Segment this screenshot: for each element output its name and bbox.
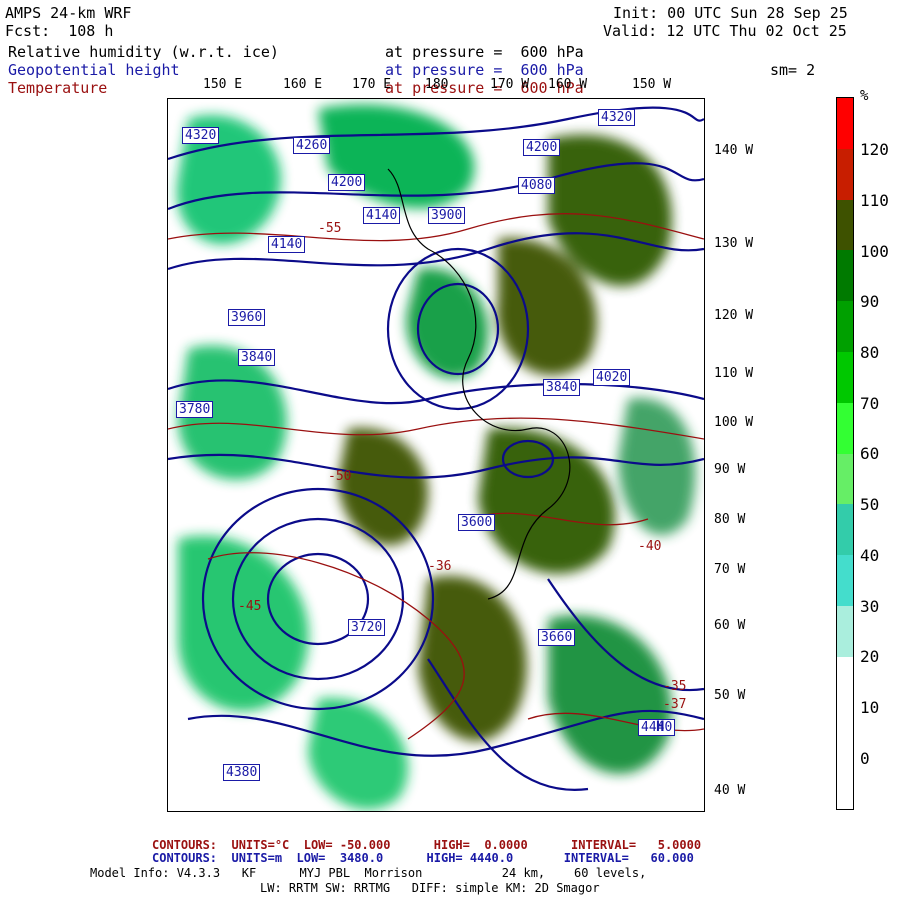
field-height-name: Geopotential height	[8, 61, 180, 79]
colorbar-label: 60	[860, 444, 880, 463]
height-label: 3720	[348, 619, 386, 636]
field-rh-level: at pressure = 600 hPa	[385, 43, 584, 61]
lon-label: 170 E	[352, 77, 392, 92]
height-label: 3900	[428, 207, 466, 224]
height-label: 4260	[293, 137, 331, 154]
colorbar-segment	[837, 250, 853, 303]
lon-label: 150 W	[632, 77, 672, 92]
height-label: 4080	[518, 177, 556, 194]
colorbar-label: 20	[860, 647, 880, 666]
lat-label: 80 W	[714, 512, 746, 527]
field-temp-name: Temperature	[8, 79, 108, 97]
colorbar-segment	[837, 656, 853, 709]
height-label: 4380	[223, 764, 261, 781]
forecast-hour: Fcst: 108 h	[5, 22, 114, 40]
lat-label: 140 W	[714, 143, 754, 158]
colorbar-segment	[837, 351, 853, 405]
colorbar-label: 40	[860, 546, 880, 565]
lat-label: 110 W	[714, 366, 754, 381]
colorbar-label: 80	[860, 343, 880, 362]
colorbar-segment	[837, 504, 853, 557]
height-label: 4020	[593, 369, 631, 386]
lat-label: 70 W	[714, 562, 746, 577]
smoothing-label: sm= 2	[770, 61, 816, 79]
temp-contour-info: CONTOURS: UNITS=°C LOW= -50.000 HIGH= 0.…	[152, 838, 702, 852]
lat-label: 100 W	[714, 415, 754, 430]
high-marker: H	[656, 719, 665, 735]
lat-label: 60 W	[714, 618, 746, 633]
colorbar-segment	[837, 707, 853, 760]
height-label: 3960	[228, 309, 266, 326]
height-label: 3600	[458, 514, 496, 531]
height-label: 4320	[598, 109, 636, 126]
colorbar-label: 110	[860, 191, 889, 210]
height-label: 4140	[268, 236, 306, 253]
lon-label: 150 E	[203, 77, 243, 92]
colorbar-segment	[837, 98, 853, 151]
height-label: 3840	[543, 379, 581, 396]
height-label: 4140	[363, 207, 401, 224]
map-panel: 4320 4320 4260 4200 4200 4080 4140 4140 …	[167, 98, 705, 812]
height-label: 3780	[176, 401, 214, 418]
init-time: Init: 00 UTC Sun 28 Sep 25	[613, 4, 848, 22]
lat-label: 90 W	[714, 462, 746, 477]
temp-label: -37	[663, 697, 687, 712]
colorbar-label: 50	[860, 495, 880, 514]
lat-label: 50 W	[714, 688, 746, 703]
colorbar-label: 0	[860, 749, 870, 768]
temp-label: -40	[638, 539, 662, 554]
lat-label: 40 W	[714, 783, 746, 798]
height-label: 4200	[328, 174, 366, 191]
height-label: 3840	[238, 349, 276, 366]
valid-time: Valid: 12 UTC Thu 02 Oct 25	[603, 22, 847, 40]
colorbar-segment	[837, 402, 853, 455]
colorbar-label: 30	[860, 597, 880, 616]
temp-label: -55	[318, 221, 342, 236]
lon-label: 160 E	[283, 77, 323, 92]
colorbar-segment	[837, 605, 853, 659]
height-label: 3660	[538, 629, 576, 646]
temp-label: -35	[663, 679, 687, 694]
colorbar	[836, 97, 854, 810]
colorbar-segment	[837, 555, 853, 608]
height-label: 4320	[182, 127, 220, 144]
colorbar-segment	[837, 758, 853, 810]
field-rh-name: Relative humidity (w.r.t. ice)	[8, 43, 279, 61]
height-label: 4200	[523, 139, 561, 156]
temp-label: -45	[238, 599, 262, 614]
lon-label: 170 W	[490, 77, 530, 92]
model-info-physics: LW: RRTM SW: RRTMG DIFF: simple KM: 2D S…	[260, 881, 600, 895]
model-info: Model Info: V4.3.3 KF MYJ PBL Morrison 2…	[90, 866, 647, 880]
colorbar-label: 10	[860, 698, 880, 717]
colorbar-label: 100	[860, 242, 889, 261]
lon-label: 180	[425, 77, 449, 92]
colorbar-label: 120	[860, 140, 889, 159]
model-title: AMPS 24-km WRF	[5, 4, 132, 22]
colorbar-segment	[837, 148, 853, 202]
lat-label: 120 W	[714, 308, 754, 323]
temp-label: -36	[428, 559, 452, 574]
colorbar-segment	[837, 453, 853, 506]
colorbar-unit: %	[860, 88, 869, 104]
lat-label: 130 W	[714, 236, 754, 251]
colorbar-segment	[837, 301, 853, 354]
height-contour-info: CONTOURS: UNITS=m LOW= 3480.0 HIGH= 4440…	[152, 851, 694, 865]
rh-field	[168, 104, 704, 810]
colorbar-label: 90	[860, 292, 880, 311]
temp-label: -50	[328, 469, 352, 484]
colorbar-segment	[837, 199, 853, 252]
colorbar-label: 70	[860, 394, 880, 413]
lon-label: 160 W	[548, 77, 588, 92]
